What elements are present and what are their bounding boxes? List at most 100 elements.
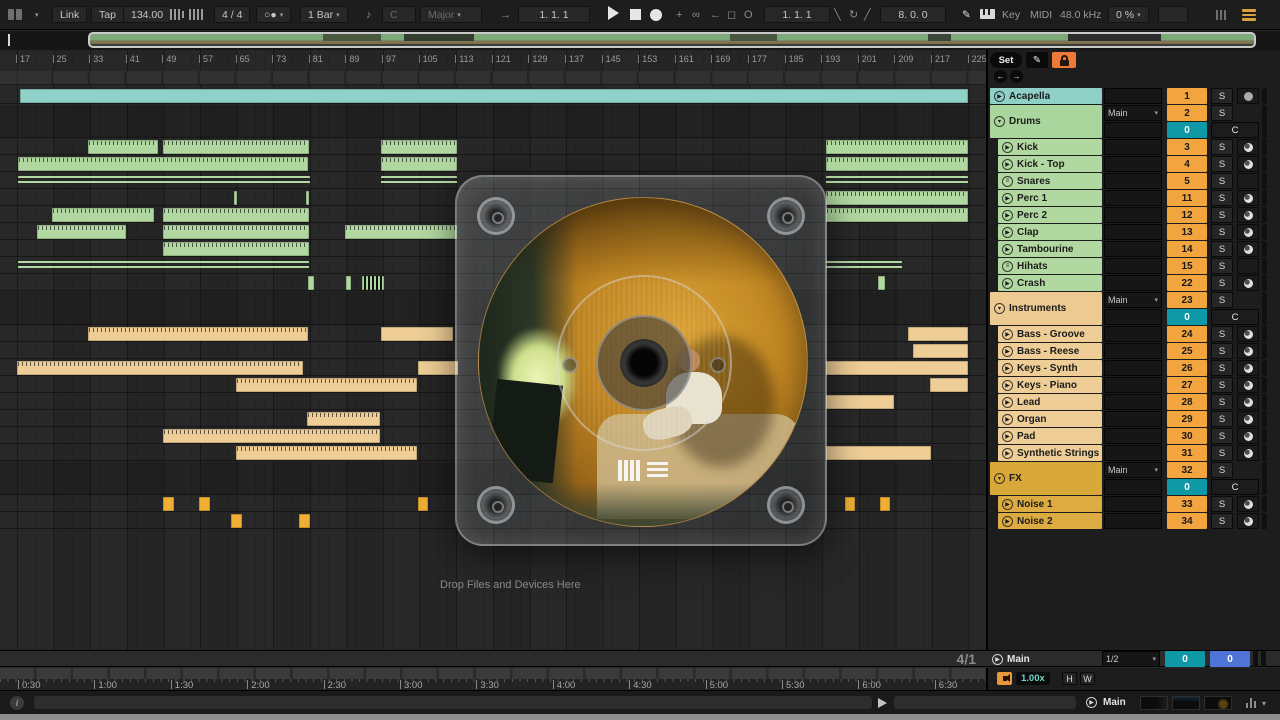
freeze-button[interactable]	[1237, 241, 1259, 257]
clip[interactable]	[231, 514, 242, 528]
track-number[interactable]: 33	[1167, 496, 1207, 512]
levels-icon[interactable]	[1246, 698, 1258, 708]
track-routing-menu[interactable]: Main▾	[1104, 105, 1162, 121]
scale-icon[interactable]: ♪	[366, 6, 372, 23]
freeze-button[interactable]	[1237, 207, 1259, 223]
clip[interactable]	[346, 276, 351, 290]
clip[interactable]	[307, 412, 380, 426]
play-fold-icon[interactable]: ▶	[1002, 363, 1013, 374]
set-locator-button[interactable]: Set	[990, 52, 1022, 68]
punch-in-icon[interactable]: ╲	[834, 6, 841, 23]
time-scrub-blocks[interactable]	[0, 668, 986, 679]
solo-button[interactable]: S	[1211, 105, 1233, 121]
solo-button[interactable]: S	[1211, 360, 1233, 376]
clip[interactable]	[418, 497, 428, 511]
main-volume-field[interactable]: 0	[1210, 651, 1250, 667]
play-fold-icon[interactable]: ▶	[1002, 278, 1013, 289]
arrangement-overview[interactable]	[0, 31, 1280, 50]
play-fold-icon[interactable]: ▶	[1002, 142, 1013, 153]
clip[interactable]	[908, 327, 968, 341]
punch-out-icon[interactable]: ╱	[864, 6, 871, 23]
clip[interactable]	[163, 140, 309, 154]
play-fold-icon[interactable]: ▶	[1002, 431, 1013, 442]
group-send-field[interactable]: 0	[1167, 122, 1207, 138]
track-name-box[interactable]: ▶Pad	[998, 428, 1102, 444]
freeze-button[interactable]	[1237, 190, 1259, 206]
clip[interactable]	[826, 191, 968, 205]
freeze-button[interactable]	[1237, 411, 1259, 427]
solo-button[interactable]: S	[1211, 411, 1233, 427]
solo-button[interactable]: S	[1211, 207, 1233, 223]
track-name-box[interactable]: ▶Crash	[998, 275, 1102, 291]
stop-button[interactable]	[630, 9, 641, 20]
track-routing-box[interactable]	[1104, 326, 1162, 342]
clip[interactable]	[826, 361, 968, 375]
freeze-button[interactable]	[1237, 394, 1259, 410]
solo-button[interactable]: S	[1211, 275, 1233, 291]
main-quantize-menu[interactable]: 1/2 ▾	[1102, 651, 1160, 667]
track-name-box[interactable]: ▶Clap	[998, 224, 1102, 240]
midi-keyboard-icon[interactable]	[980, 9, 995, 19]
track-name-box[interactable]: ▶Lead	[998, 394, 1102, 410]
track-name-box[interactable]: ▶Bass - Reese	[998, 343, 1102, 359]
draw-mode-icon[interactable]: ✎	[962, 6, 971, 23]
track-number[interactable]: 2	[1167, 105, 1207, 121]
loop-length-field[interactable]: 8. 0. 0	[880, 6, 946, 23]
scrub-area[interactable]	[0, 71, 986, 85]
freeze-button[interactable]	[1237, 156, 1259, 172]
play-fold-icon[interactable]: ▶	[1002, 193, 1013, 204]
overview-viewport[interactable]	[88, 32, 1256, 48]
group-fold-icon[interactable]: ▾	[994, 116, 1005, 127]
track-name-box[interactable]: ▾Drums	[990, 105, 1102, 138]
empty-button[interactable]	[1237, 173, 1259, 189]
clip[interactable]	[52, 208, 154, 222]
solo-button[interactable]: S	[1211, 292, 1233, 308]
width-zoom-button[interactable]: W	[1080, 672, 1095, 685]
overdub-icon[interactable]: +	[676, 6, 682, 23]
track-number[interactable]: 23	[1167, 292, 1207, 308]
clip[interactable]	[826, 261, 902, 271]
track-routing-box[interactable]	[1104, 275, 1162, 291]
clip[interactable]	[88, 327, 308, 341]
clip[interactable]	[826, 395, 894, 409]
status-play-icon[interactable]	[878, 698, 887, 708]
status-caret-icon[interactable]: ▾	[1262, 699, 1266, 708]
track-name-box[interactable]: ▶Bass - Groove	[998, 326, 1102, 342]
clip[interactable]	[163, 497, 174, 511]
track-number[interactable]: 26	[1167, 360, 1207, 376]
track-name-box[interactable]: ▾FX	[990, 462, 1102, 495]
device-thumbnail[interactable]	[1204, 696, 1232, 710]
metronome-options-button[interactable]: ○●▾	[256, 6, 291, 23]
track-routing-box[interactable]	[1104, 173, 1162, 189]
track-name-box[interactable]: ▶Noise 1	[998, 496, 1102, 512]
track-name-box[interactable]: ▶Noise 2	[998, 513, 1102, 529]
play-fold-icon[interactable]: ▶	[1002, 346, 1013, 357]
track-routing-box[interactable]	[1104, 428, 1162, 444]
main-track-header[interactable]: ▶ Main	[988, 651, 1100, 667]
clip[interactable]	[826, 176, 968, 186]
solo-button[interactable]: S	[1211, 88, 1233, 104]
solo-button[interactable]: S	[1211, 462, 1233, 478]
track-name-box[interactable]: ▾Instruments	[990, 292, 1102, 325]
group-empty-box[interactable]	[1104, 122, 1162, 138]
track-number[interactable]: 27	[1167, 377, 1207, 393]
clip[interactable]	[306, 191, 309, 205]
info-icon[interactable]: i	[10, 696, 24, 710]
track-routing-box[interactable]	[1104, 377, 1162, 393]
track-name-box[interactable]: ▶Organ	[998, 411, 1102, 427]
track-routing-box[interactable]	[1104, 241, 1162, 257]
track-routing-box[interactable]	[1104, 207, 1162, 223]
next-locator-button[interactable]: →	[1010, 70, 1023, 83]
session-record-icon[interactable]: O	[744, 6, 753, 23]
freeze-button[interactable]	[1237, 224, 1259, 240]
clip[interactable]	[418, 361, 458, 375]
track-routing-box[interactable]	[1104, 360, 1162, 376]
track-number[interactable]: 3	[1167, 139, 1207, 155]
clip[interactable]	[913, 344, 968, 358]
crossfade-button[interactable]: C	[1211, 122, 1259, 138]
track-name-box[interactable]: ▶Acapella	[990, 88, 1102, 104]
track-routing-box[interactable]	[1104, 411, 1162, 427]
clip[interactable]	[826, 157, 968, 171]
group-fold-icon[interactable]: ▾	[994, 473, 1005, 484]
freeze-button[interactable]	[1237, 428, 1259, 444]
